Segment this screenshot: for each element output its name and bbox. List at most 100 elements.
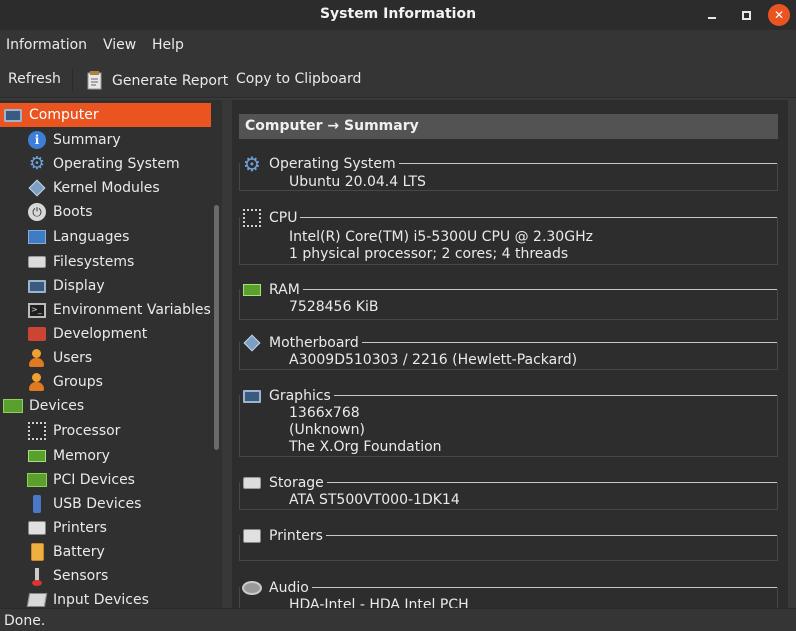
minimize-button[interactable] xyxy=(701,4,723,26)
ram-icon xyxy=(27,446,47,466)
section-value: 1 physical processor; 2 cores; 4 threads xyxy=(289,246,569,262)
section-storage: Storage ATA ST500VT000-1DK14 xyxy=(239,472,778,510)
power-icon: ⏻ xyxy=(27,202,47,222)
section-title-label: Audio xyxy=(269,580,309,596)
window-title: System Information xyxy=(319,6,477,22)
sidebar-item-label: Computer xyxy=(29,107,99,123)
section-audio: Audio HDA-Intel - HDA Intel PCH xyxy=(239,577,778,608)
section-value: Intel(R) Core(TM) i5-5300U CPU @ 2.30GHz xyxy=(289,229,593,245)
disk-icon xyxy=(27,252,47,272)
sidebar-item-usb-devices[interactable]: USB Devices xyxy=(27,492,141,516)
gear-icon: ⚙ xyxy=(28,153,46,174)
section-title-label: Printers xyxy=(269,528,323,544)
audio-icon xyxy=(240,577,264,599)
sidebar-item-processor[interactable]: Processor xyxy=(27,419,120,443)
generate-report-button[interactable]: Generate Report xyxy=(86,71,228,91)
sidebar-scrollbar[interactable] xyxy=(214,205,219,450)
group-icon xyxy=(27,372,47,392)
sidebar-item-label: Memory xyxy=(53,448,110,464)
sidebar-item-languages[interactable]: Languages xyxy=(27,225,129,249)
section-value: Ubuntu 20.04.4 LTS xyxy=(289,174,426,190)
sidebar-item-development[interactable]: Development xyxy=(27,322,147,346)
sidebar-item-printers[interactable]: Printers xyxy=(27,516,107,540)
section-title: Printers xyxy=(240,525,326,547)
sidebar-item-operating-system[interactable]: ⚙ Operating System xyxy=(27,152,180,176)
section-value: 7528456 KiB xyxy=(289,299,379,315)
sidebar-item-filesystems[interactable]: Filesystems xyxy=(27,250,134,274)
section-divider xyxy=(240,289,777,290)
section-title: CPU xyxy=(240,207,301,229)
sidebar-item-label: Summary xyxy=(53,132,121,148)
sidebar-item-label: Sensors xyxy=(53,568,109,584)
page-title: Computer → Summary xyxy=(239,114,778,139)
battery-icon xyxy=(27,542,47,562)
sidebar-item-summary[interactable]: i Summary xyxy=(27,128,121,152)
sidebar-item-sensors[interactable]: Sensors xyxy=(27,564,108,588)
sidebar: Computer i Summary ⚙ Operating System Ke… xyxy=(0,100,222,608)
sidebar-item-label: Users xyxy=(53,350,93,366)
printer-icon xyxy=(240,525,264,547)
sidebar-item-battery[interactable]: Battery xyxy=(27,540,105,564)
sidebar-item-environment-variables[interactable]: >_ Environment Variables xyxy=(27,298,211,322)
display-icon xyxy=(27,276,47,296)
content-pane: Computer → Summary ⚙ Operating System Ub… xyxy=(232,100,788,608)
sidebar-item-users[interactable]: Users xyxy=(27,346,92,370)
section-divider xyxy=(240,217,777,218)
sidebar-item-label: Boots xyxy=(53,204,93,220)
sidebar-item-display[interactable]: Display xyxy=(27,274,105,298)
menu-bar: Information View Help xyxy=(0,30,796,62)
sidebar-item-label: PCI Devices xyxy=(53,472,135,488)
sidebar-item-input-devices[interactable]: Input Devices xyxy=(26,588,149,608)
sidebar-item-computer[interactable]: Computer xyxy=(0,103,211,127)
section-value: 1366x768 xyxy=(289,405,360,421)
user-icon xyxy=(27,348,47,368)
menu-information[interactable]: Information xyxy=(6,37,87,53)
copy-to-clipboard-button[interactable]: Copy to Clipboard xyxy=(236,71,361,87)
section-title-label: CPU xyxy=(269,210,298,226)
section-value: The X.Org Foundation xyxy=(289,439,442,455)
section-ram: RAM 7528456 KiB xyxy=(239,279,778,320)
sidebar-item-label: Battery xyxy=(53,544,105,560)
section-title-label: RAM xyxy=(269,282,300,298)
maximize-button[interactable] xyxy=(735,4,757,26)
sidebar-item-memory[interactable]: Memory xyxy=(27,444,110,468)
section-title-label: Storage xyxy=(269,475,324,491)
generate-report-label: Generate Report xyxy=(112,73,229,89)
flag-icon xyxy=(27,227,47,247)
info-icon: i xyxy=(27,130,47,150)
close-button[interactable]: ✕ xyxy=(768,4,790,26)
section-title: Audio xyxy=(240,577,312,599)
sidebar-item-devices[interactable]: Devices xyxy=(3,394,84,418)
section-divider xyxy=(240,587,777,588)
sidebar-item-label: Devices xyxy=(29,398,85,414)
pane-divider[interactable] xyxy=(222,100,232,608)
sidebar-item-pci-devices[interactable]: PCI Devices xyxy=(27,468,135,492)
menu-help[interactable]: Help xyxy=(152,37,184,53)
section-value: HDA-Intel - HDA Intel PCH xyxy=(289,597,469,608)
sidebar-item-label: Processor xyxy=(53,423,121,439)
close-icon: ✕ xyxy=(773,8,785,22)
disk-icon xyxy=(240,472,264,494)
refresh-button[interactable]: Refresh xyxy=(8,71,61,87)
copy-to-clipboard-label: Copy to Clipboard xyxy=(236,71,362,87)
module-icon xyxy=(27,178,47,198)
minimize-icon xyxy=(708,16,716,19)
sidebar-item-label: Groups xyxy=(53,374,103,390)
toolbar-separator xyxy=(72,68,73,92)
maximize-icon xyxy=(741,10,751,20)
menu-view[interactable]: View xyxy=(103,37,136,53)
sidebar-item-boots[interactable]: ⏻ Boots xyxy=(27,200,93,224)
refresh-label: Refresh xyxy=(8,71,61,87)
sidebar-item-label: Input Devices xyxy=(53,592,149,608)
sidebar-item-label: Display xyxy=(53,278,105,294)
sidebar-item-kernel-modules[interactable]: Kernel Modules xyxy=(27,176,160,200)
usb-icon xyxy=(27,494,47,514)
sidebar-item-label: Development xyxy=(53,326,148,342)
status-bar: Done. xyxy=(0,608,796,631)
title-bar: System Information ✕ xyxy=(0,0,796,30)
terminal-icon: >_ xyxy=(27,300,47,320)
report-icon xyxy=(86,71,104,91)
toolbar: Refresh Generate Report Copy to Clipboar… xyxy=(0,62,796,98)
sidebar-item-groups[interactable]: Groups xyxy=(27,370,103,394)
cpu-icon xyxy=(240,207,264,229)
